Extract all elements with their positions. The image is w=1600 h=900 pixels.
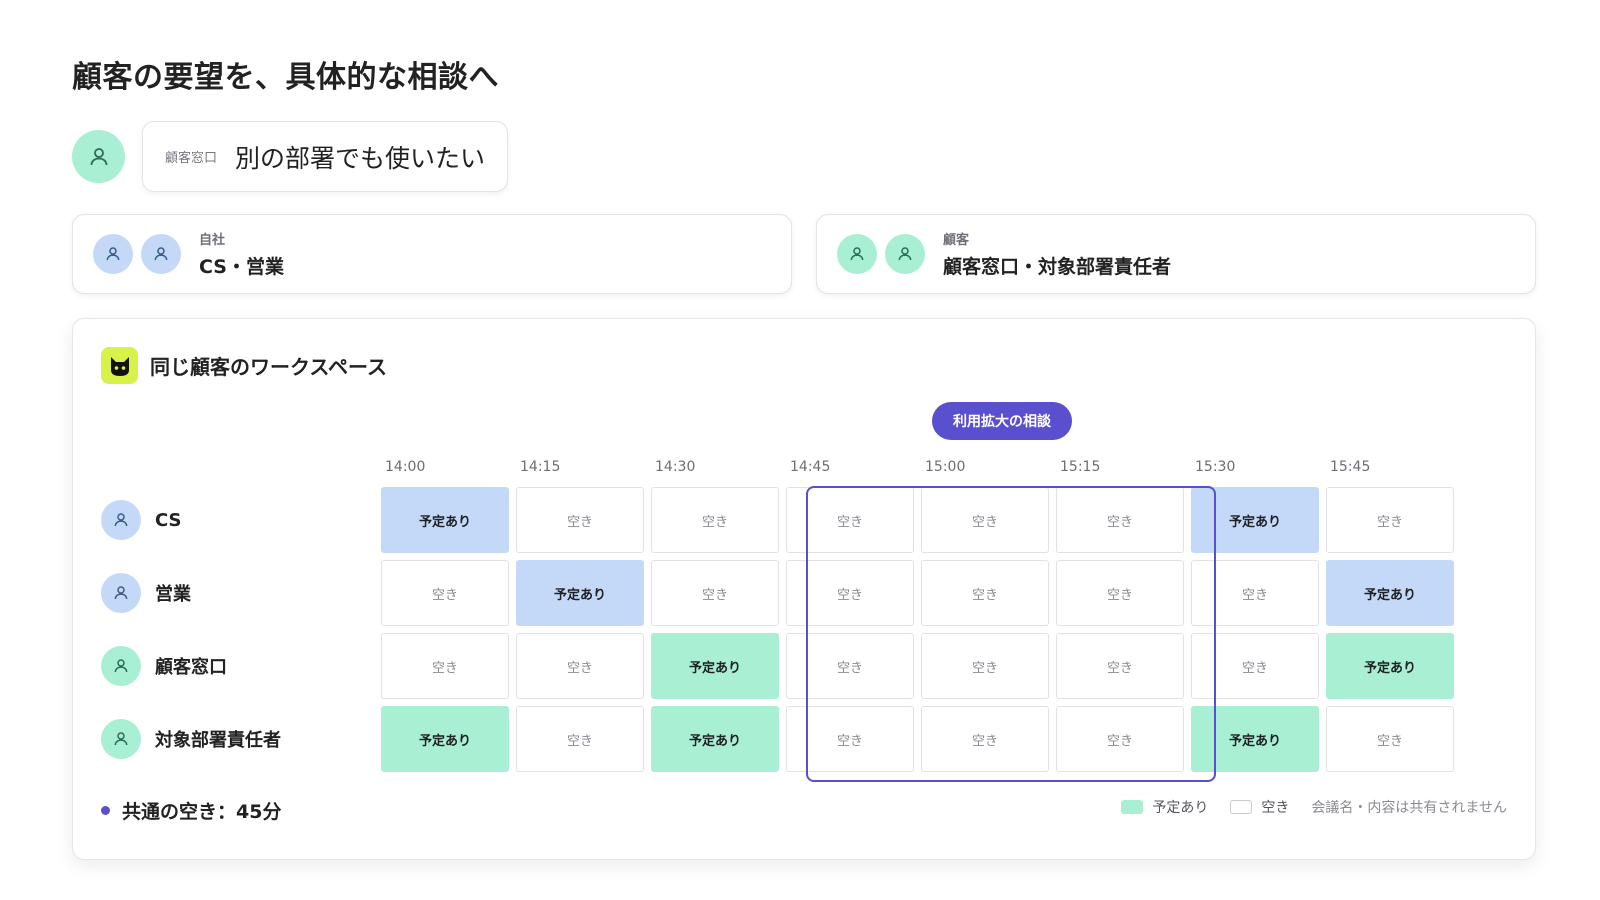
legend-free-label: 空き xyxy=(1261,800,1290,816)
user-icon xyxy=(898,247,912,261)
time-label: 14:15 xyxy=(520,459,561,475)
slot-busy[interactable]: 予定あり xyxy=(1191,706,1319,772)
user-icon xyxy=(90,147,107,165)
slot-busy[interactable]: 予定あり xyxy=(381,706,509,772)
slot-free[interactable]: 空き xyxy=(786,633,914,699)
time-label: 14:00 xyxy=(385,459,426,475)
request-speaker: 顧客窓口 xyxy=(165,151,218,166)
slot-busy[interactable]: 予定あり xyxy=(1191,487,1319,553)
slot-free[interactable]: 空き xyxy=(651,560,779,626)
row-label: 営業 xyxy=(101,560,191,626)
party-label: 自社 xyxy=(199,233,226,248)
avatar xyxy=(837,234,877,274)
common-free-label: 共通の空き：45分 xyxy=(122,801,282,823)
slot-free[interactable]: 空き xyxy=(1326,706,1454,772)
user-icon xyxy=(114,586,128,600)
own-avatars xyxy=(93,234,181,274)
slot-free[interactable]: 空き xyxy=(1056,560,1184,626)
slot-free[interactable]: 空き xyxy=(921,633,1049,699)
member-name: 対象部署責任者 xyxy=(155,730,281,751)
legend-busy-swatch xyxy=(1121,800,1144,814)
slot-free[interactable]: 空き xyxy=(921,560,1049,626)
customer-request: 顧客窓口 別の部署でも使いたい xyxy=(72,121,509,192)
slot-free[interactable]: 空き xyxy=(921,706,1049,772)
slot-free[interactable]: 空き xyxy=(786,560,914,626)
party-names: 顧客窓口・対象部署責任者 xyxy=(943,256,1172,278)
time-label: 15:45 xyxy=(1330,459,1371,475)
page-title: 顧客の要望を、具体的な相談へ xyxy=(72,60,499,95)
slot-busy[interactable]: 予定あり xyxy=(651,706,779,772)
own-party-card: 自社 CS・営業 xyxy=(72,214,792,294)
time-label: 15:15 xyxy=(1060,459,1101,475)
user-icon xyxy=(106,247,120,261)
slot-free[interactable]: 空き xyxy=(1326,487,1454,553)
slot-free[interactable]: 空き xyxy=(786,487,914,553)
avatar xyxy=(101,500,141,540)
user-icon xyxy=(114,732,128,746)
workspace-card: 同じ顧客のワークスペース 利用拡大の相談 14:00 14:15 14:30 14:4… xyxy=(72,318,1536,860)
common-free: 共通の空き：45分 xyxy=(101,797,281,824)
legend-busy: 予定あり xyxy=(1121,797,1208,817)
slot-free[interactable]: 空き xyxy=(381,560,509,626)
proposal-pill[interactable]: 利用拡大の相談 xyxy=(932,402,1072,440)
legend: 予定あり 空き 会議名・内容は共有されません xyxy=(1121,797,1507,817)
row-label: 対象部署責任者 xyxy=(101,706,281,772)
workspace-logo xyxy=(101,347,138,384)
avatar xyxy=(72,130,125,183)
slot-free[interactable]: 空き xyxy=(1056,706,1184,772)
workspace-title: 同じ顧客のワークスペース xyxy=(150,355,387,379)
legend-busy-label: 予定あり xyxy=(1152,800,1209,816)
legend-free-swatch xyxy=(1230,800,1253,814)
time-label: 14:45 xyxy=(790,459,831,475)
slot-free[interactable]: 空き xyxy=(516,633,644,699)
slot-free[interactable]: 空き xyxy=(921,487,1049,553)
slot-free[interactable]: 空き xyxy=(516,487,644,553)
slot-busy[interactable]: 予定あり xyxy=(1326,633,1454,699)
slot-busy[interactable]: 予定あり xyxy=(651,633,779,699)
party-names: CS・営業 xyxy=(199,256,284,278)
slot-free[interactable]: 空き xyxy=(651,487,779,553)
time-label: 15:00 xyxy=(925,459,966,475)
row-label: 顧客窓口 xyxy=(101,633,227,699)
member-name: 営業 xyxy=(155,584,191,605)
avatar xyxy=(141,234,181,274)
request-message: 別の部署でも使いたい xyxy=(235,143,486,173)
accent-dot xyxy=(101,806,110,815)
time-label: 14:30 xyxy=(655,459,696,475)
slot-free[interactable]: 空き xyxy=(1191,560,1319,626)
slot-busy[interactable]: 予定あり xyxy=(516,560,644,626)
avatar xyxy=(101,573,141,613)
time-label: 15:30 xyxy=(1195,459,1236,475)
user-icon xyxy=(154,247,168,261)
user-icon xyxy=(114,659,128,673)
slot-free[interactable]: 空き xyxy=(1191,633,1319,699)
slot-free[interactable]: 空き xyxy=(516,706,644,772)
customer-party-card: 顧客 顧客窓口・対象部署責任者 xyxy=(816,214,1536,294)
avatar xyxy=(101,719,141,759)
slot-free[interactable]: 空き xyxy=(381,633,509,699)
user-icon xyxy=(850,247,864,261)
slot-busy[interactable]: 予定あり xyxy=(1326,560,1454,626)
legend-free: 空き xyxy=(1230,797,1289,817)
request-bubble: 顧客窓口 別の部署でも使いたい xyxy=(142,121,509,192)
party-label: 顧客 xyxy=(943,233,970,248)
workspace-header: 同じ顧客のワークスペース xyxy=(101,347,387,384)
row-label: CS xyxy=(101,487,182,553)
avatar xyxy=(885,234,925,274)
avatar xyxy=(93,234,133,274)
slot-free[interactable]: 空き xyxy=(1056,633,1184,699)
member-name: CS xyxy=(155,509,182,531)
cat-logo-icon xyxy=(110,356,129,376)
slot-free[interactable]: 空き xyxy=(1056,487,1184,553)
avatar xyxy=(101,646,141,686)
page: 顧客の要望を、具体的な相談へ 顧客窓口 別の部署でも使いたい 自社 CS・営業 xyxy=(0,0,1600,900)
customer-avatars xyxy=(837,234,925,274)
slot-busy[interactable]: 予定あり xyxy=(381,487,509,553)
slot-free[interactable]: 空き xyxy=(786,706,914,772)
member-name: 顧客窓口 xyxy=(155,657,227,678)
privacy-note: 会議名・内容は共有されません xyxy=(1311,800,1507,816)
user-icon xyxy=(114,513,128,527)
